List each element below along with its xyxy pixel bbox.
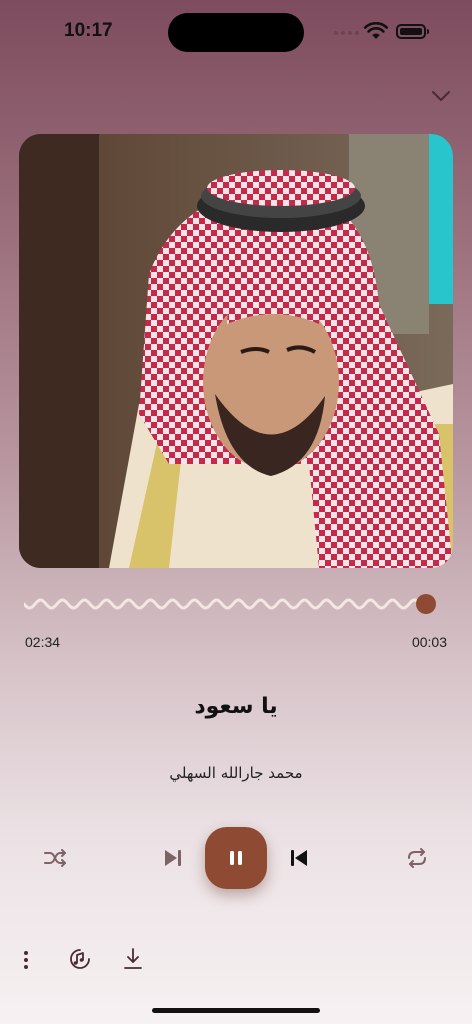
chevron-down-icon bbox=[432, 91, 450, 101]
shuffle-button[interactable] bbox=[40, 843, 70, 873]
download-button[interactable] bbox=[118, 943, 148, 975]
artwork-portrait-image bbox=[19, 134, 453, 568]
pause-icon bbox=[230, 851, 242, 865]
progress-slider[interactable] bbox=[24, 594, 444, 614]
lyrics-icon bbox=[70, 949, 90, 969]
album-artwork bbox=[19, 134, 453, 568]
repeat-button[interactable] bbox=[402, 843, 432, 873]
time-elapsed: 02:34 bbox=[25, 634, 61, 650]
status-time: 10:17 bbox=[64, 20, 113, 41]
skip-next-button[interactable] bbox=[155, 842, 189, 874]
dynamic-island bbox=[168, 13, 304, 52]
song-artist: محمد جارالله السهلي bbox=[169, 764, 303, 782]
download-icon bbox=[124, 948, 142, 969]
skip-previous-icon bbox=[291, 850, 307, 866]
song-title: يا سعود bbox=[194, 694, 278, 719]
progress-wave bbox=[24, 598, 428, 610]
more-options-button[interactable] bbox=[14, 945, 38, 975]
wifi-icon bbox=[364, 22, 388, 39]
lyrics-button[interactable] bbox=[64, 943, 96, 975]
skip-previous-button[interactable] bbox=[283, 842, 317, 874]
play-pause-button[interactable] bbox=[205, 827, 267, 889]
time-total: 00:03 bbox=[411, 634, 447, 650]
battery-icon bbox=[396, 24, 429, 39]
cellular-signal-icon bbox=[334, 31, 359, 35]
status-bar: 10:17 bbox=[0, 0, 472, 64]
shuffle-icon bbox=[44, 849, 66, 867]
more-vertical-icon bbox=[24, 951, 28, 969]
home-indicator bbox=[152, 1008, 320, 1013]
collapse-player-button[interactable] bbox=[428, 86, 454, 106]
repeat-icon bbox=[408, 848, 426, 868]
skip-next-icon bbox=[165, 850, 181, 866]
progress-thumb[interactable] bbox=[416, 594, 436, 614]
